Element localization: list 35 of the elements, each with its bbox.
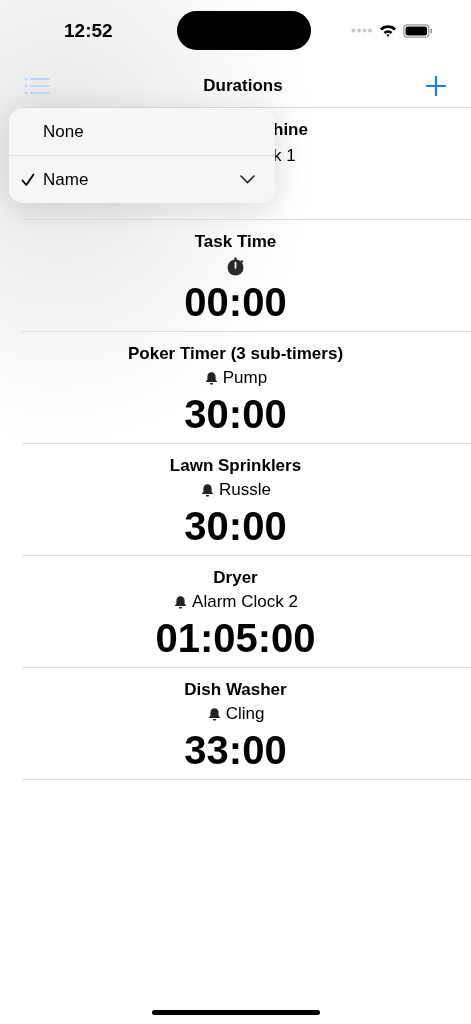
menu-item[interactable]: Name [9,155,275,203]
timer-row[interactable]: Dryer Alarm Clock 2 01:05:00 [22,556,471,668]
timer-row[interactable]: Task Time 00:00 [22,220,471,332]
bell-icon [206,706,222,722]
status-time: 12:52 [64,19,113,42]
sound-name: Alarm Clock 2 [192,591,298,613]
timer-title: Lawn Sprinklers [169,455,302,477]
sound-name: k 1 [273,145,296,167]
sound-name: Cling [225,703,265,725]
timer-row[interactable]: Lawn Sprinklers Russle 30:00 [22,444,471,556]
timer-row[interactable]: Poker Timer (3 sub-timers) Pump 30:00 [22,332,471,444]
timer-title: Dryer [213,567,258,589]
sound-name: Pump [222,367,268,389]
bell-icon [200,482,215,498]
nav-title: Durations [203,76,283,96]
bell-icon [203,370,219,386]
add-icon[interactable] [426,76,446,96]
timer-row[interactable]: Dish Washer Cling 33:00 [22,668,471,780]
bell-icon [173,594,189,610]
timer-title: hine [273,119,308,141]
timer-title: Poker Timer (3 sub-timers) [127,343,344,365]
sound-name: Russle [219,479,271,501]
wifi-icon [379,24,397,37]
timer-title: Task Time [194,231,277,253]
signal-icon [351,28,373,33]
battery-icon [403,23,433,38]
checkmark-icon [21,172,35,187]
menu-item[interactable]: None [9,108,275,155]
timer-title: Dish Washer [184,679,287,701]
stopwatch-icon [226,256,245,276]
duration-time: 30:00 [184,391,287,437]
duration-time: 01:05:00 [155,615,316,661]
duration-time: 33:00 [184,727,287,773]
duration-time: 30:00 [184,503,287,549]
duration-time: 00:00 [184,279,287,325]
